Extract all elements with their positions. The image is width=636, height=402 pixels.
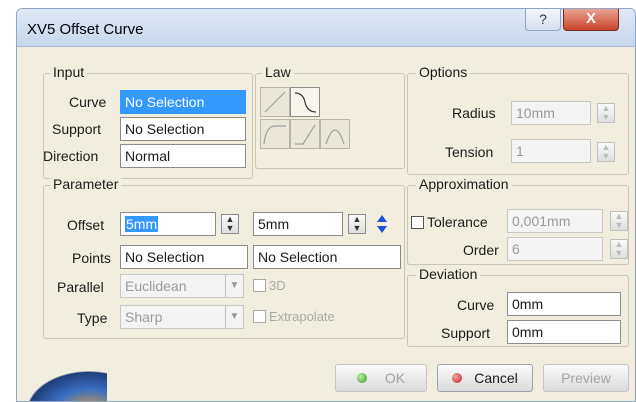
radius-spinner[interactable]: ▲ ▼: [597, 103, 615, 123]
tension-field[interactable]: 1: [511, 139, 591, 163]
parameter-legend: Parameter: [50, 176, 122, 192]
cancel-indicator-icon: [452, 373, 463, 384]
option-3d-label: 3D: [269, 278, 286, 293]
close-button[interactable]: X: [563, 9, 619, 31]
type-dropdown-arrow-icon[interactable]: ▼: [225, 306, 243, 328]
tension-label: Tension: [445, 144, 494, 160]
cancel-button[interactable]: Cancel: [437, 364, 533, 392]
dialog-title: XV5 Offset Curve: [27, 21, 144, 38]
curve-field[interactable]: No Selection: [120, 90, 246, 114]
offset-spinner-2[interactable]: ▲ ▼: [348, 214, 366, 234]
cancel-label: Cancel: [474, 370, 518, 386]
deviation-curve-field: 0mm: [507, 292, 621, 316]
linear-law-icon[interactable]: [260, 87, 290, 117]
radius-label: Radius: [452, 105, 496, 121]
step-up-law-icon[interactable]: [260, 119, 290, 149]
order-label: Order: [463, 242, 499, 258]
type-label: Type: [77, 310, 108, 326]
swap-offset-arrows-icon[interactable]: [373, 212, 391, 236]
offset-curve-dialog: XV5 Offset Curve ? X Input Curve No Sele…: [16, 8, 636, 402]
parallel-dropdown-arrow-icon[interactable]: ▼: [225, 275, 243, 297]
preview-button[interactable]: Preview: [543, 364, 629, 392]
points-field-1[interactable]: No Selection: [120, 245, 248, 269]
app-logo-swirl: [17, 365, 107, 401]
options-legend: Options: [416, 64, 471, 80]
points-field-2[interactable]: No Selection: [253, 245, 401, 269]
deviation-curve-label: Curve: [457, 297, 495, 313]
ok-indicator-icon: [356, 373, 367, 384]
support-field[interactable]: No Selection: [120, 117, 246, 141]
offset-label: Offset: [67, 217, 105, 233]
option-3d-checkbox[interactable]: [253, 279, 266, 292]
order-spinner[interactable]: ▲ ▼: [610, 239, 628, 259]
points-label: Points: [72, 250, 111, 266]
offset-field-1[interactable]: 5mm: [120, 212, 216, 236]
offset-spinner-1[interactable]: ▲ ▼: [221, 214, 239, 234]
tolerance-spinner[interactable]: ▲ ▼: [610, 211, 628, 231]
offset-field-2[interactable]: 5mm: [253, 212, 343, 236]
direction-label: Direction: [43, 148, 99, 164]
offset-value-1: 5mm: [125, 216, 159, 232]
input-legend: Input: [50, 64, 88, 80]
tolerance-field[interactable]: 0,001mm: [507, 209, 603, 233]
ramp-law-icon[interactable]: [290, 119, 320, 149]
deviation-support-field: 0mm: [507, 320, 621, 344]
parallel-label: Parallel: [57, 279, 104, 295]
radius-field[interactable]: 10mm: [511, 101, 591, 125]
preview-label: Preview: [561, 370, 611, 386]
parallel-value: Euclidean: [125, 278, 187, 294]
tolerance-checkbox[interactable]: [411, 216, 424, 229]
curve-label: Curve: [69, 94, 107, 110]
tension-spinner[interactable]: ▲ ▼: [597, 142, 615, 162]
order-field[interactable]: 6: [507, 237, 603, 261]
extrapolate-checkbox[interactable]: [253, 310, 266, 323]
s-curve-law-icon[interactable]: [290, 87, 320, 117]
tolerance-label: Tolerance: [427, 214, 488, 230]
deviation-legend: Deviation: [416, 266, 481, 282]
support-label: Support: [52, 121, 102, 137]
ok-label: OK: [384, 370, 406, 386]
law-legend: Law: [262, 64, 294, 80]
type-value: Sharp: [125, 309, 163, 325]
direction-field[interactable]: Normal: [120, 144, 246, 168]
title-bar: XV5 Offset Curve ? X: [17, 9, 635, 47]
extrapolate-label: Extrapolate: [269, 309, 335, 324]
deviation-support-label: Support: [441, 325, 491, 341]
bump-law-icon[interactable]: [320, 119, 350, 149]
help-button[interactable]: ?: [525, 9, 561, 31]
ok-button[interactable]: OK: [335, 364, 427, 392]
approximation-legend: Approximation: [416, 176, 512, 192]
